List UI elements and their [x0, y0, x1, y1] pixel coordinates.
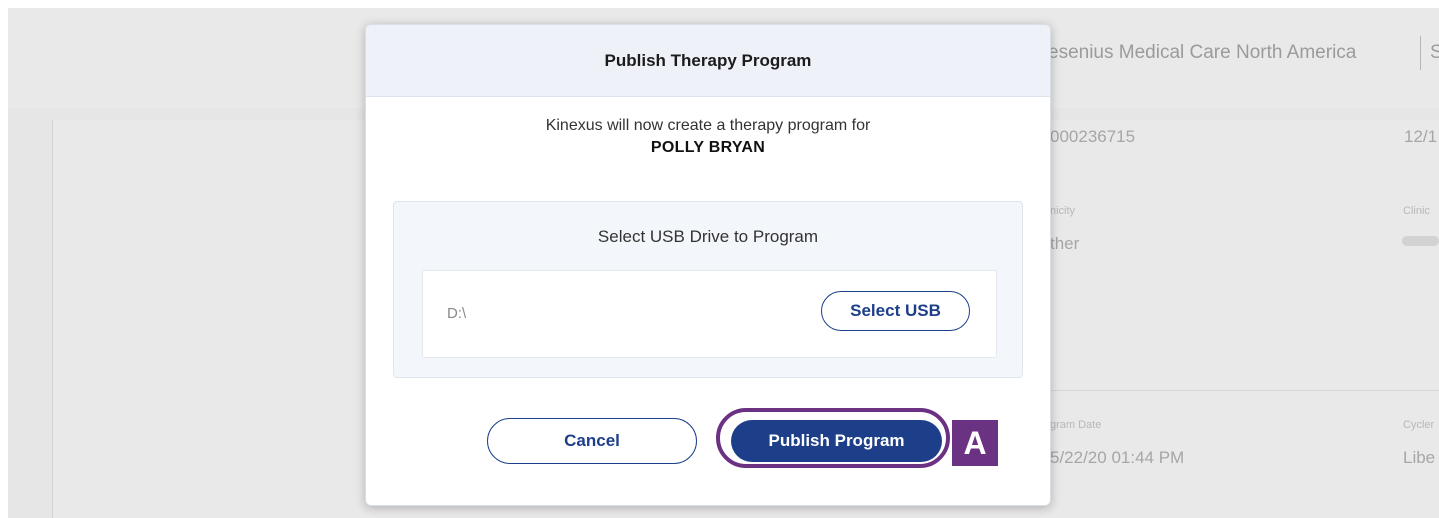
ethnicity-label: nicity — [1050, 205, 1076, 217]
usb-drive-row: D:\ Select USB — [422, 270, 997, 358]
usb-section-title: Select USB Drive to Program — [597, 227, 819, 246]
patient-name: POLLY BRYAN — [650, 139, 766, 156]
usb-selection-section: Select USB Drive to Program D:\ Select U… — [393, 201, 1023, 378]
annotation-callout-badge: A — [952, 420, 998, 466]
org-separator — [1420, 36, 1421, 70]
date-value: 12/1 — [1404, 127, 1438, 146]
patient-id: 000236715 — [1050, 127, 1136, 146]
org-trailing-text: S — [1430, 42, 1439, 63]
cycler-label: Cycler — [1403, 419, 1435, 431]
select-usb-button[interactable]: Select USB — [821, 291, 970, 331]
program-date-label: gram Date — [1050, 419, 1102, 431]
dialog-title: Publish Therapy Program — [604, 50, 812, 70]
selected-drive: D:\ — [447, 305, 467, 322]
section-divider — [1020, 390, 1439, 391]
ethnicity-value: ther — [1050, 234, 1080, 253]
program-date-value: 5/22/20 01:44 PM — [1050, 448, 1185, 467]
intro-text: Kinexus will now create a therapy progra… — [545, 117, 871, 134]
cycler-value: Libe — [1403, 448, 1436, 467]
annotation-highlight-ring — [716, 408, 950, 468]
cancel-button[interactable]: Cancel — [487, 418, 697, 464]
dialog-intro: Kinexus will now create a therapy progra… — [366, 117, 1050, 157]
dialog-header: Publish Therapy Program — [366, 25, 1050, 97]
clinic-value-blur — [1402, 236, 1439, 246]
clinic-label: Clinic — [1403, 205, 1430, 217]
organization-name[interactable]: esenius Medical Care North America — [1048, 42, 1356, 64]
